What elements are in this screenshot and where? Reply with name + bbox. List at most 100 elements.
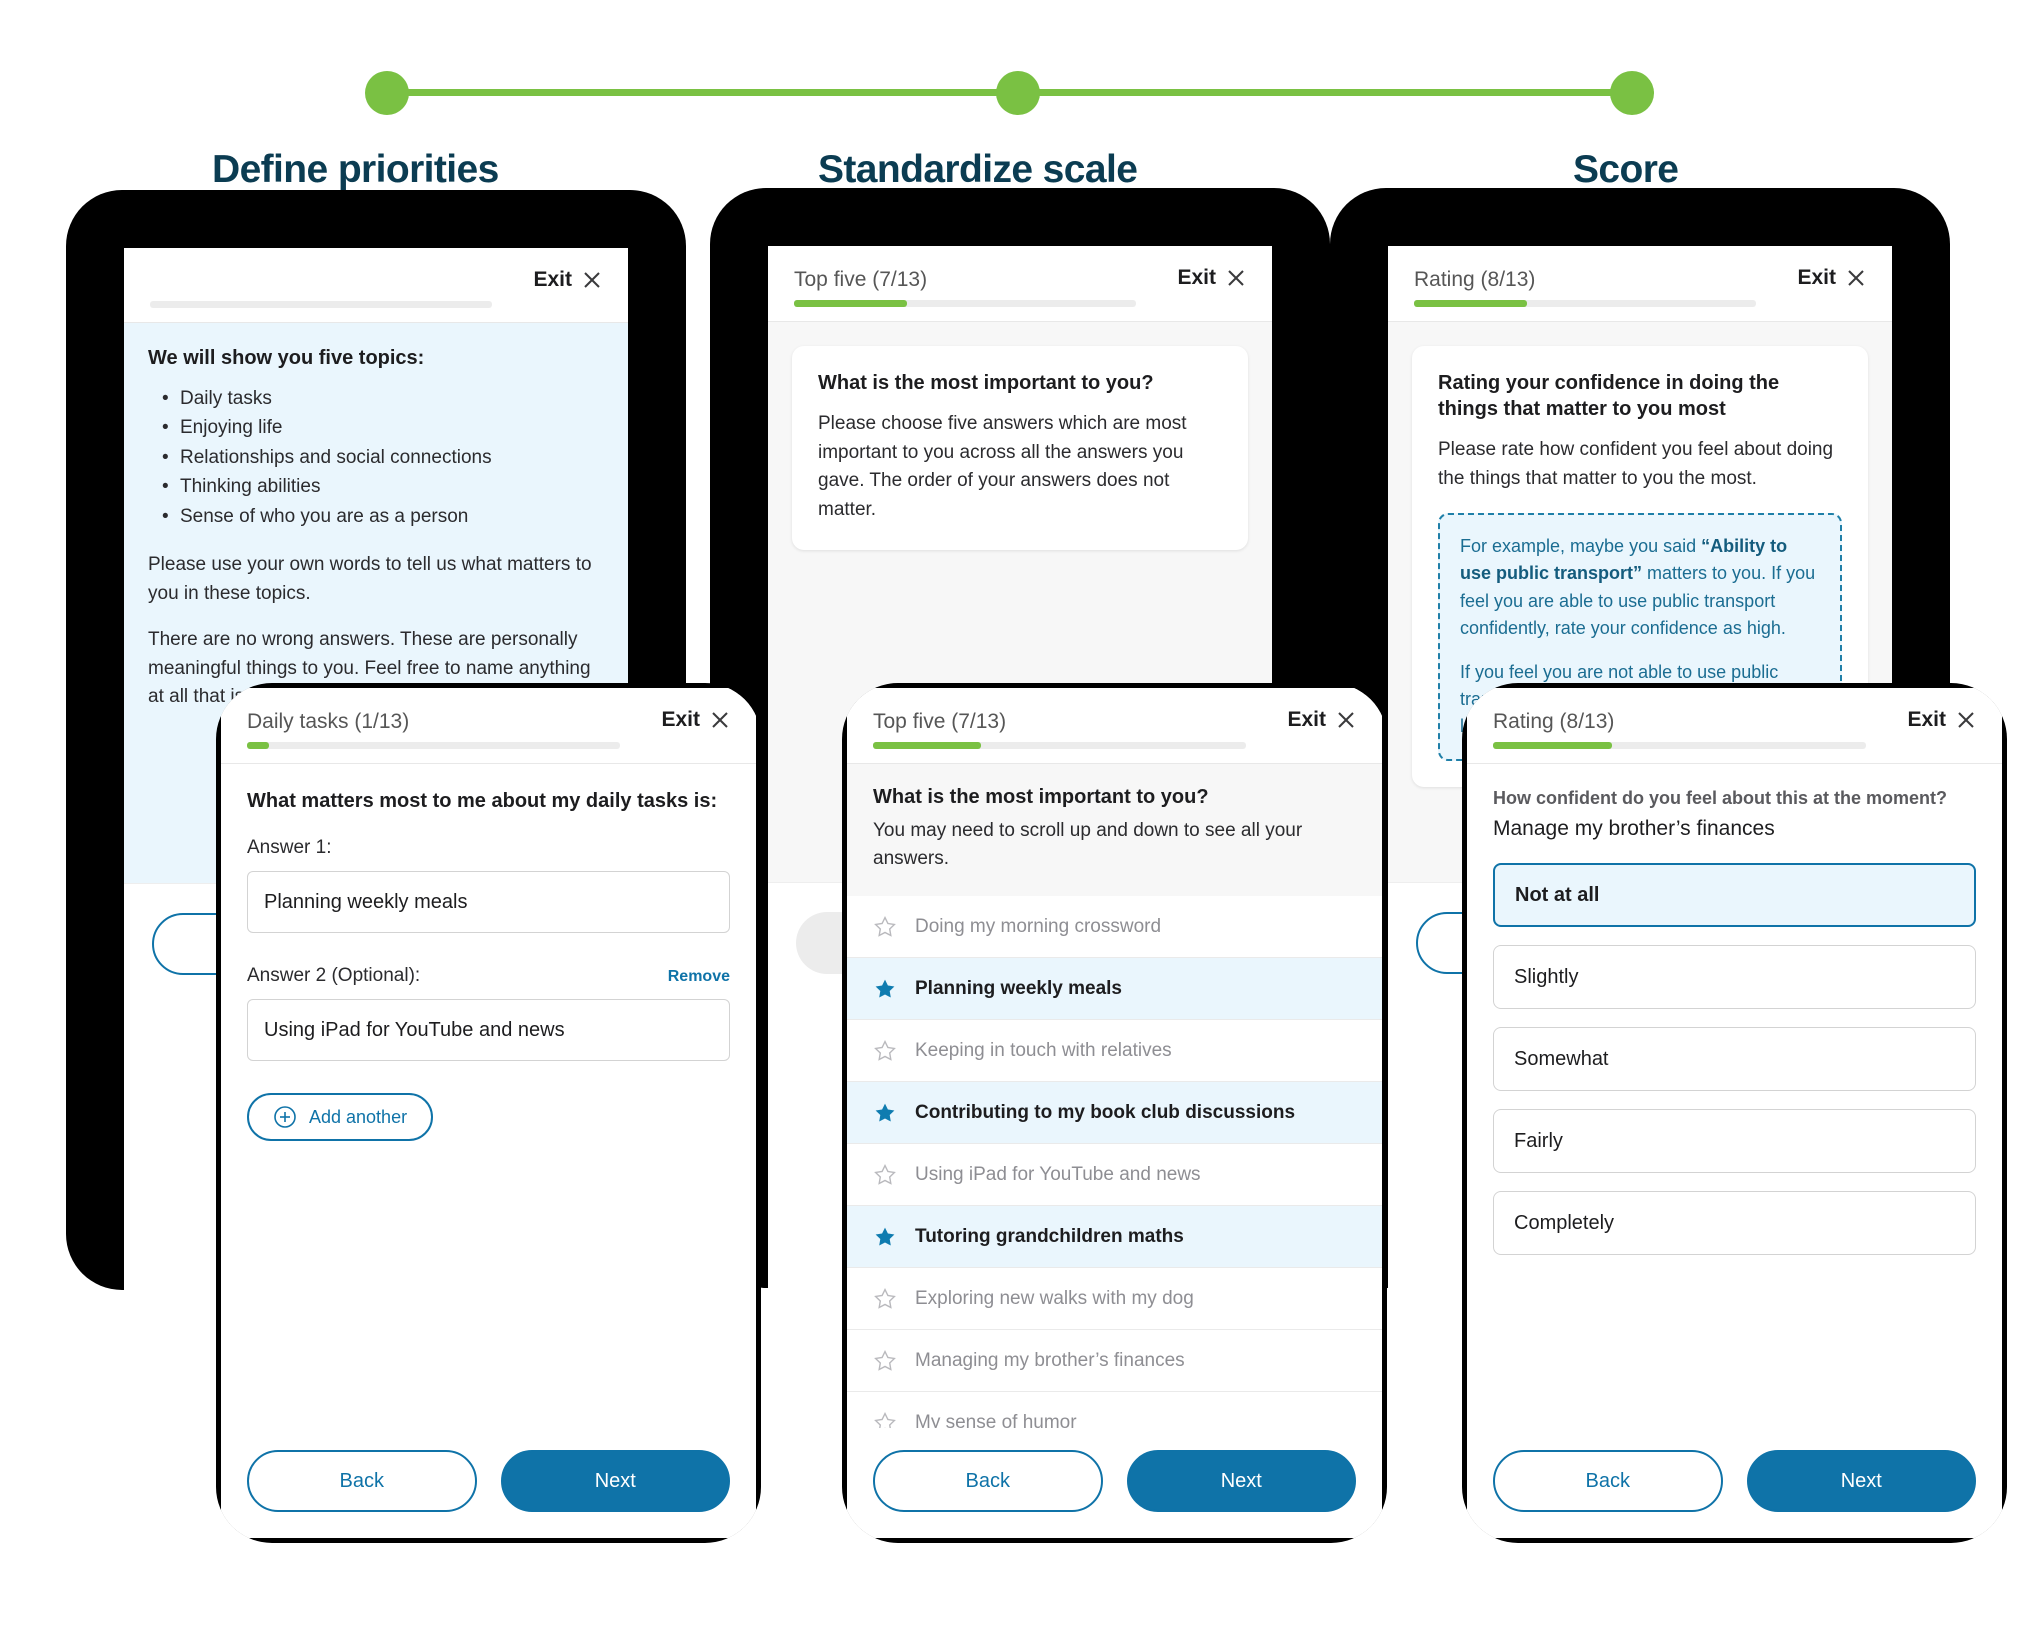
phone-frame-3-front: Rating (8/13) Exit How confident do you … bbox=[1462, 683, 2007, 1543]
exit-button[interactable]: Exit bbox=[1907, 708, 1976, 732]
step-label-score: Score bbox=[1573, 148, 1679, 191]
next-button[interactable]: Next bbox=[1746, 1450, 1976, 1512]
star-filled-icon bbox=[875, 1227, 895, 1246]
close-icon bbox=[1848, 270, 1864, 286]
step-progress-indicator: Define priorities Standardize scale Scor… bbox=[0, 0, 2037, 210]
list-item: Sense of who you are as a person bbox=[158, 502, 604, 532]
top-five-option-list: Doing my morning crossword Planning week… bbox=[847, 896, 1382, 1455]
step-label-define-priorities: Define priorities bbox=[212, 148, 499, 191]
list-item[interactable]: Using iPad for YouTube and news bbox=[847, 1144, 1382, 1207]
intro-paragraph-1: Please use your own words to tell us wha… bbox=[148, 554, 592, 604]
intro-lead: We will show you five topics: bbox=[148, 347, 425, 369]
list-item: Relationships and social connections bbox=[158, 443, 604, 473]
rating-option[interactable]: Not at all bbox=[1493, 863, 1976, 928]
screen-3-back-header: Rating (8/13) Exit bbox=[1388, 246, 1892, 323]
list-item-label: Keeping in touch with relatives bbox=[915, 1039, 1172, 1061]
page-title: Daily tasks (1/13) bbox=[247, 710, 410, 733]
star-outline-icon bbox=[874, 1349, 896, 1371]
page-title: Top five (7/13) bbox=[873, 710, 1007, 733]
list-item: Thinking abilities bbox=[158, 472, 604, 502]
add-another-button[interactable]: Add another bbox=[247, 1093, 434, 1142]
phone-frame-1-front: Daily tasks (1/13) Exit What matters mos… bbox=[216, 683, 761, 1543]
screen-2-front-footer: Back Next bbox=[847, 1428, 1382, 1538]
back-button[interactable]: Back bbox=[247, 1450, 477, 1512]
list-item-label: Planning weekly meals bbox=[915, 977, 1122, 999]
rating-option[interactable]: Slightly bbox=[1493, 945, 1976, 1010]
exit-button[interactable]: Exit bbox=[533, 268, 602, 292]
screen-2-back-header: Top five (7/13) Exit bbox=[768, 246, 1272, 323]
rating-sub-question: How confident do you feel about this at … bbox=[1493, 788, 1947, 809]
exit-label: Exit bbox=[533, 268, 572, 291]
exit-button[interactable]: Exit bbox=[1797, 266, 1866, 290]
rating-option[interactable]: Somewhat bbox=[1493, 1027, 1976, 1092]
page-title: Rating (8/13) bbox=[1493, 710, 1615, 733]
star-filled-icon bbox=[875, 979, 895, 998]
screen-3-front-footer: Back Next bbox=[1467, 1428, 2002, 1538]
exit-label: Exit bbox=[1177, 266, 1216, 289]
list-item[interactable]: Planning weekly meals bbox=[847, 958, 1382, 1021]
close-icon bbox=[1338, 712, 1354, 728]
list-item[interactable]: Contributing to my book club discussions bbox=[847, 1082, 1382, 1145]
exit-button[interactable]: Exit bbox=[1287, 708, 1356, 732]
exit-button[interactable]: Exit bbox=[1177, 266, 1246, 290]
star-filled-icon bbox=[875, 1103, 895, 1122]
list-item-label: Contributing to my book club discussions bbox=[915, 1101, 1296, 1123]
list-item[interactable]: Tutoring grandchildren maths bbox=[847, 1206, 1382, 1269]
close-icon bbox=[1958, 712, 1974, 728]
rating-body: How confident do you feel about this at … bbox=[1467, 764, 2002, 1256]
list-item[interactable]: Exploring new walks with my dog bbox=[847, 1268, 1382, 1331]
progress-bar bbox=[794, 300, 1136, 308]
example-paragraph-1: For example, maybe you said “Ability to … bbox=[1460, 533, 1820, 642]
exit-label: Exit bbox=[661, 708, 700, 731]
instruction-card: What is the most important to you? Pleas… bbox=[792, 346, 1248, 551]
screen-1-front-header: Daily tasks (1/13) Exit bbox=[221, 688, 756, 765]
example-pre: For example, maybe you said bbox=[1460, 536, 1702, 557]
screen-1-back-header: Exit bbox=[124, 248, 628, 323]
plus-circle-icon bbox=[274, 1106, 296, 1128]
exit-label: Exit bbox=[1797, 266, 1836, 289]
answers-form: What matters most to me about my daily t… bbox=[221, 764, 756, 1142]
star-outline-icon bbox=[874, 1163, 896, 1185]
screen-3-front-header: Rating (8/13) Exit bbox=[1467, 688, 2002, 765]
close-icon bbox=[584, 272, 600, 288]
next-button[interactable]: Next bbox=[1126, 1450, 1356, 1512]
rating-item-name: Manage my brother’s finances bbox=[1493, 817, 1775, 841]
step-dot-1 bbox=[365, 71, 409, 115]
progress-bar bbox=[873, 742, 1246, 750]
next-button[interactable]: Next bbox=[500, 1450, 730, 1512]
question-text: What matters most to me about my daily t… bbox=[247, 790, 718, 813]
card-text: Please choose five answers which are mos… bbox=[818, 413, 1187, 520]
screen-2-front: Top five (7/13) Exit What is the most im… bbox=[847, 688, 1382, 1538]
exit-button[interactable]: Exit bbox=[661, 708, 730, 732]
list-item[interactable]: Keeping in touch with relatives bbox=[847, 1020, 1382, 1083]
list-item-label: Tutoring grandchildren maths bbox=[915, 1225, 1184, 1247]
add-another-label: Add another bbox=[309, 1106, 408, 1127]
question-hint: You may need to scroll up and down to se… bbox=[873, 820, 1303, 869]
rating-option[interactable]: Completely bbox=[1493, 1191, 1976, 1256]
rating-option[interactable]: Fairly bbox=[1493, 1109, 1976, 1174]
list-item[interactable]: Doing my morning crossword bbox=[847, 896, 1382, 959]
answer-2-label: Answer 2 (Optional): bbox=[247, 965, 421, 987]
exit-label: Exit bbox=[1907, 708, 1946, 731]
answer-2-input[interactable] bbox=[247, 999, 730, 1062]
screen-3-back-title: Rating (8/13) bbox=[1414, 268, 1536, 291]
list-item[interactable]: Managing my brother’s finances bbox=[847, 1330, 1382, 1393]
exit-label: Exit bbox=[1287, 708, 1326, 731]
screen-1-front-footer: Back Next bbox=[221, 1428, 756, 1538]
answer-1-input[interactable] bbox=[247, 871, 730, 934]
back-button[interactable]: Back bbox=[1493, 1450, 1723, 1512]
back-button[interactable]: Back bbox=[873, 1450, 1103, 1512]
list-item-label: Using iPad for YouTube and news bbox=[915, 1163, 1201, 1185]
answer-1-label: Answer 1: bbox=[247, 837, 332, 859]
screen-2-back-title: Top five (7/13) bbox=[794, 268, 928, 291]
remove-answer-link[interactable]: Remove bbox=[668, 968, 730, 986]
card-heading: What is the most important to you? bbox=[818, 372, 1154, 395]
list-item-label: Doing my morning crossword bbox=[915, 915, 1162, 937]
progress-bar bbox=[247, 742, 620, 750]
progress-bar bbox=[1493, 742, 1866, 750]
star-outline-icon bbox=[874, 915, 896, 937]
app-mockup-stage: Define priorities Standardize scale Scor… bbox=[0, 0, 2037, 1651]
progress-bar bbox=[150, 301, 492, 308]
step-label-standardize-scale: Standardize scale bbox=[818, 148, 1138, 191]
list-item-label: Managing my brother’s finances bbox=[915, 1349, 1185, 1371]
